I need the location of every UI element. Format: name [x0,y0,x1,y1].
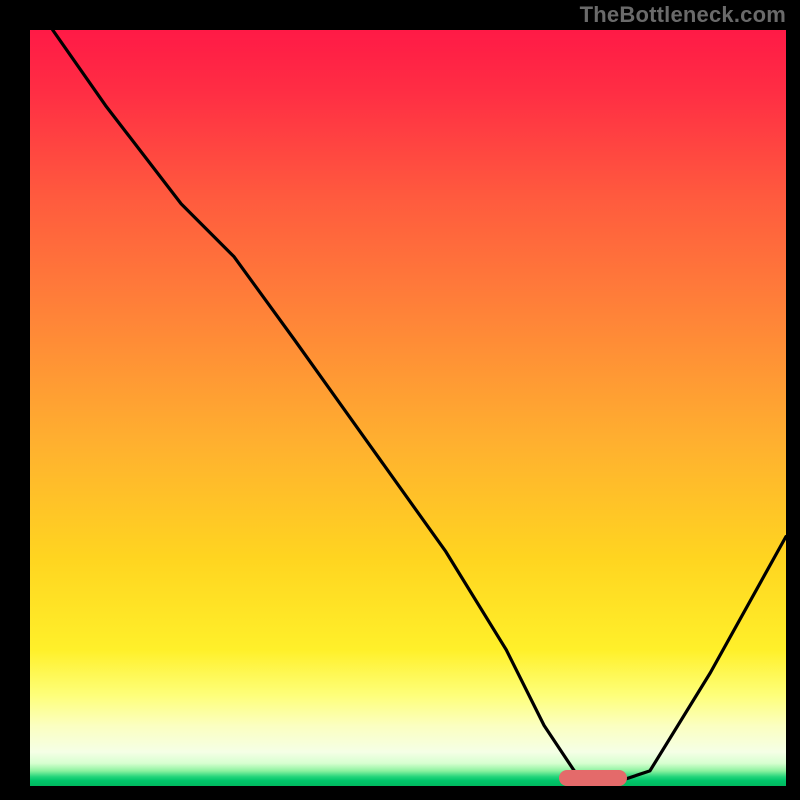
plot-area [30,30,786,786]
chart-frame: TheBottleneck.com [0,0,800,800]
curve-layer [30,30,786,786]
optimal-range-marker [559,770,627,786]
watermark-text: TheBottleneck.com [580,2,786,28]
bottleneck-curve-path [53,30,786,786]
